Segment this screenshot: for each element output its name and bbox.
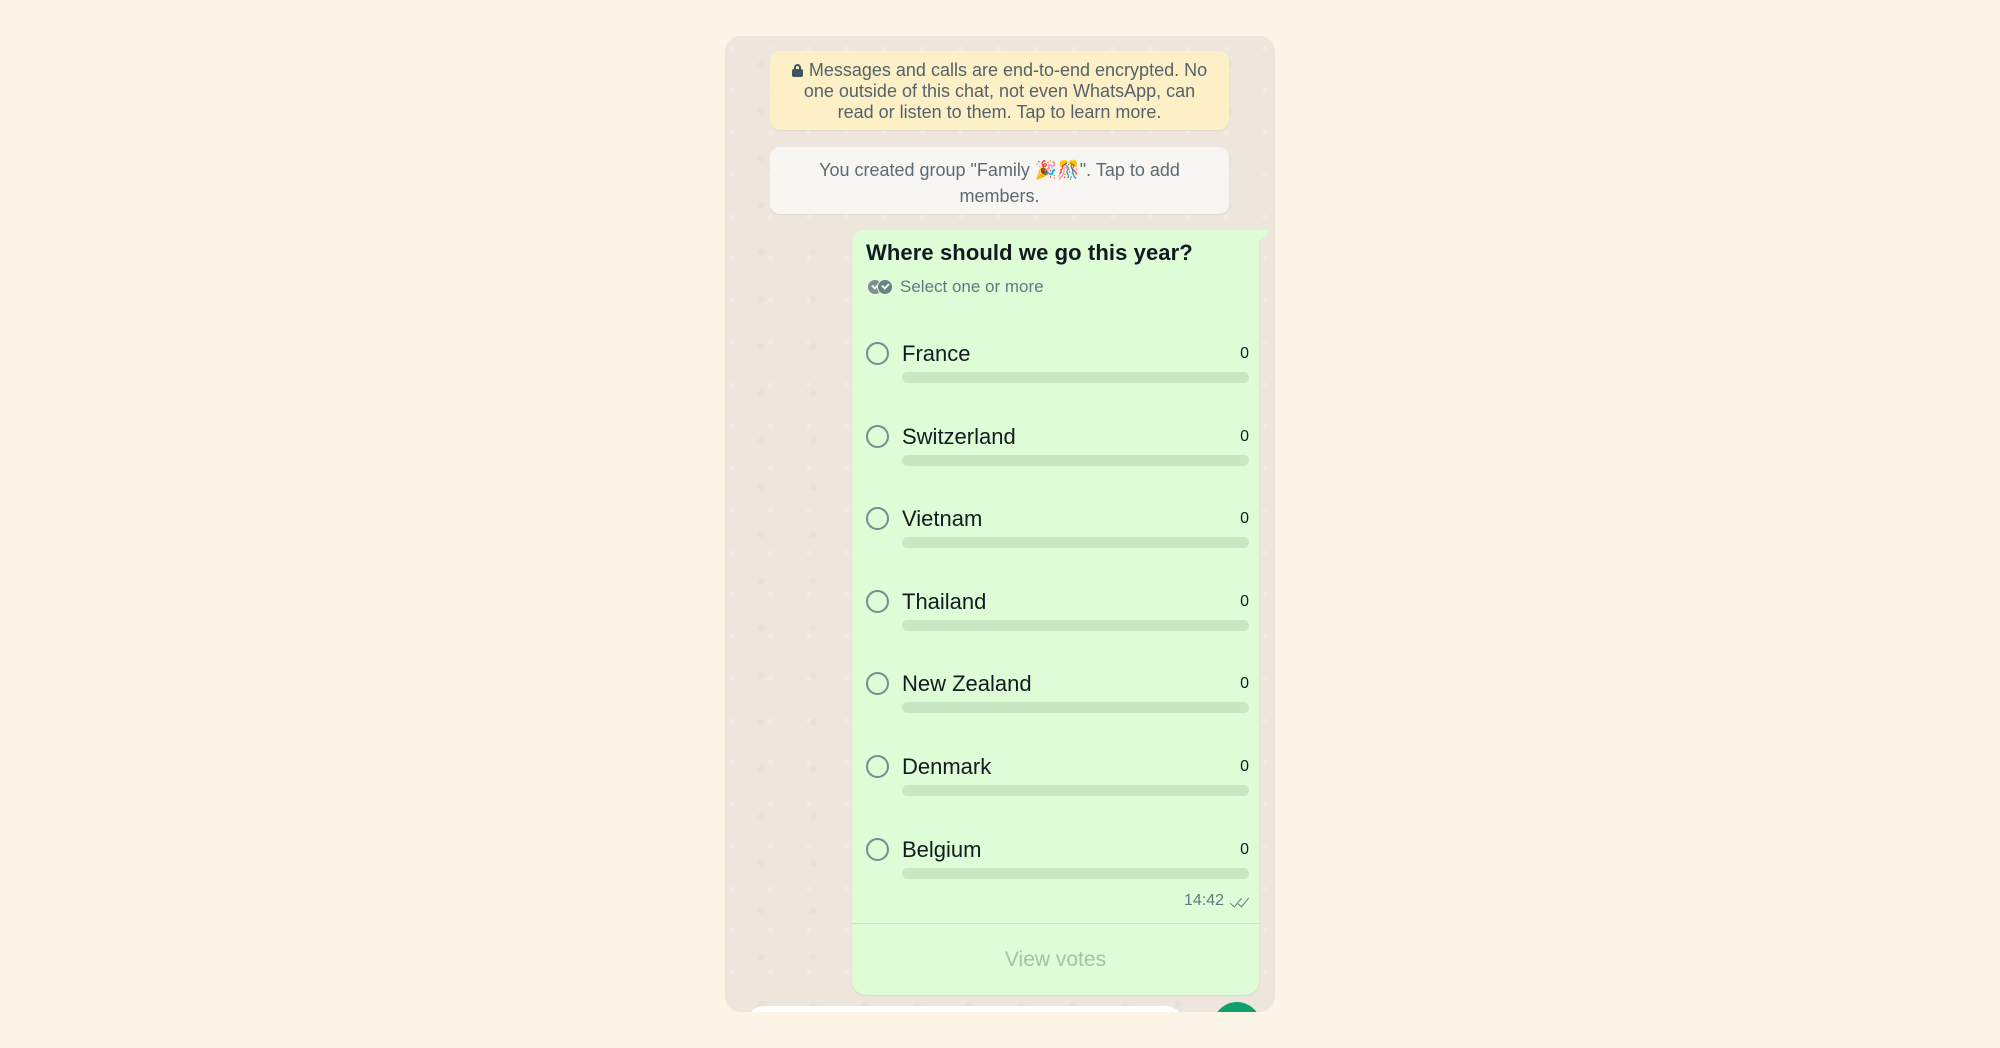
- option-label: France: [902, 341, 971, 366]
- encryption-notice-text: Messages and calls are end-to-end encryp…: [803, 60, 1208, 122]
- option-label: Thailand: [902, 588, 987, 614]
- poll-question: Where should we go this year?: [866, 240, 1193, 265]
- view-votes-button[interactable]: View votes: [852, 924, 1259, 995]
- radio-button[interactable]: [866, 342, 889, 365]
- radio-button[interactable]: [866, 507, 889, 531]
- vote-bar: [902, 702, 1249, 714]
- radio-button[interactable]: [866, 424, 889, 448]
- poll-subtitle-text: Select one or more: [900, 277, 1044, 296]
- poll-message: Where should we go this year? Select one…: [852, 230, 1271, 995]
- group-notice-text: You created group "Family 🎉🎊". Tap to ad…: [819, 160, 1180, 206]
- double-check-icon: [1229, 894, 1252, 908]
- vote-count: 0: [1240, 675, 1249, 693]
- vote-bar: [902, 785, 1249, 796]
- radio-button[interactable]: [866, 589, 889, 613]
- vote-bar: [902, 867, 1249, 879]
- vote-count: 0: [1240, 592, 1249, 610]
- vote-bar: [902, 454, 1249, 466]
- option-label: Switzerland: [902, 423, 1016, 449]
- chat-window: Messages and calls are end-to-end encryp…: [725, 36, 1275, 1012]
- vote-count: 0: [1240, 345, 1249, 362]
- group-created-notice[interactable]: You created group "Family 🎉🎊". Tap to ad…: [770, 147, 1229, 214]
- timestamp: 14:42: [1183, 892, 1224, 909]
- vote-bar: [902, 619, 1249, 631]
- vote-count: 0: [1240, 510, 1249, 528]
- option-label: Vietnam: [902, 506, 983, 532]
- vote-count: 0: [1240, 427, 1249, 445]
- poll-option[interactable]: Vietnam 0: [866, 506, 1249, 567]
- lock-icon: [791, 64, 803, 77]
- radio-button[interactable]: [866, 837, 889, 861]
- vote-count: 0: [1240, 840, 1249, 858]
- poll-option[interactable]: Denmark 0: [866, 754, 1249, 815]
- encryption-notice[interactable]: Messages and calls are end-to-end encryp…: [770, 51, 1229, 130]
- poll-subtitle: Select one or more: [868, 277, 1044, 297]
- radio-button[interactable]: [866, 755, 889, 778]
- poll-option[interactable]: Belgium 0: [866, 836, 1249, 898]
- mic-button[interactable]: [1213, 1002, 1261, 1012]
- poll-option[interactable]: Thailand 0: [866, 588, 1249, 650]
- message-meta: 14:42: [1184, 892, 1252, 910]
- radio-button[interactable]: [866, 672, 889, 696]
- message-input[interactable]: [745, 1006, 1185, 1012]
- poll-option[interactable]: France 0: [866, 341, 1249, 402]
- vote-bar: [902, 537, 1249, 549]
- option-label: Denmark: [902, 754, 992, 779]
- option-label: Belgium: [902, 836, 982, 862]
- option-label: New Zealand: [902, 671, 1032, 697]
- poll-option[interactable]: Switzerland 0: [866, 423, 1249, 485]
- vote-count: 0: [1240, 758, 1249, 775]
- multi-select-icon: [868, 279, 893, 295]
- poll-option[interactable]: New Zealand 0: [866, 671, 1249, 732]
- vote-bar: [902, 372, 1249, 383]
